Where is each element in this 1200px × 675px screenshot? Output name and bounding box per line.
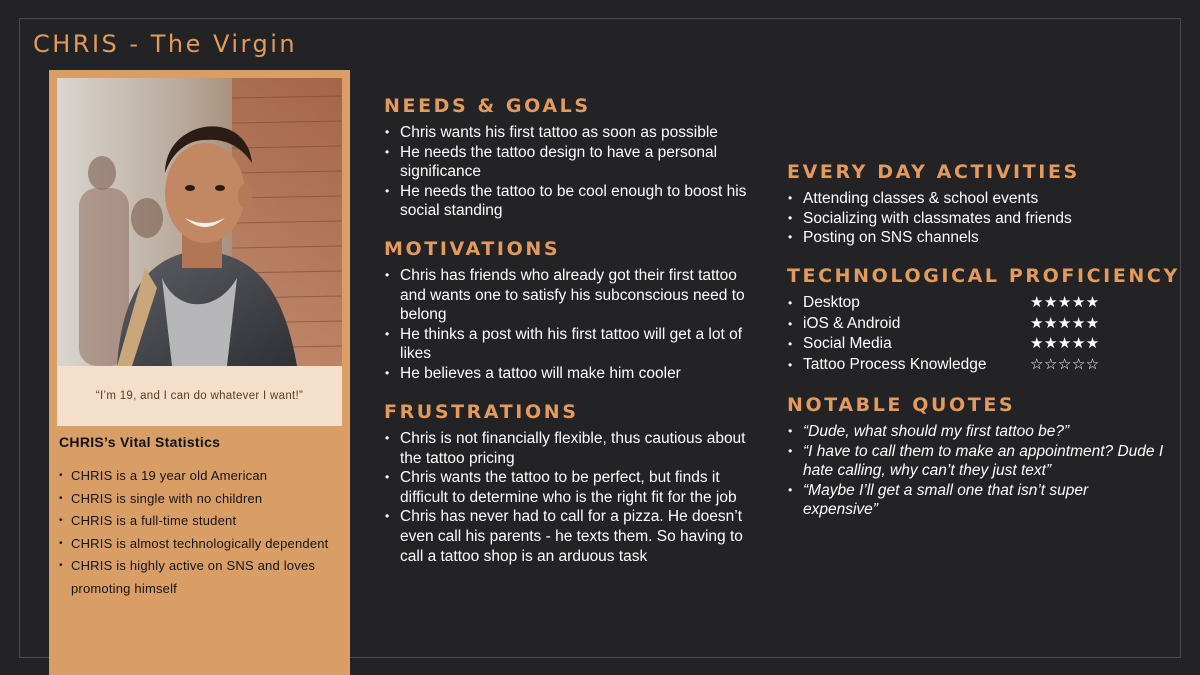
activities-list: Attending classes & school events Social… <box>787 189 1167 248</box>
motivations-section: MOTIVATIONS Chris has friends who alread… <box>384 238 759 384</box>
list-item: He needs the tattoo to be cool enough to… <box>384 182 759 221</box>
list-item: “I have to call them to make an appointm… <box>787 442 1167 481</box>
needs-goals-list: Chris wants his first tattoo as soon as … <box>384 123 759 221</box>
list-item: Chris wants his first tattoo as soon as … <box>384 123 759 143</box>
list-item: CHRIS is single with no children <box>59 488 344 511</box>
list-item: Chris has never had to call for a pizza.… <box>384 507 759 566</box>
list-item: “Dude, what should my first tattoo be?” <box>787 422 1167 442</box>
proficiency-label: Tattoo Process Knowledge <box>803 355 987 373</box>
proficiency-row: Desktop ★★★★★ <box>787 293 1187 314</box>
star-rating-icon: ☆☆☆☆☆ <box>1030 355 1100 373</box>
proficiency-row: Tattoo Process Knowledge ☆☆☆☆☆ <box>787 355 1187 376</box>
frustrations-list: Chris is not financially flexible, thus … <box>384 429 759 566</box>
list-item: He thinks a post with his first tattoo w… <box>384 325 759 364</box>
quotes-list: “Dude, what should my first tattoo be?” … <box>787 422 1167 520</box>
list-item: CHRIS is a full-time student <box>59 510 344 533</box>
quotes-section: NOTABLE QUOTES “Dude, what should my fir… <box>787 394 1167 520</box>
list-item: Attending classes & school events <box>787 189 1167 209</box>
activities-section: EVERY DAY ACTIVITIES Attending classes &… <box>787 161 1167 248</box>
vital-statistics-title: CHRIS’s Vital Statistics <box>59 434 221 450</box>
section-heading: EVERY DAY ACTIVITIES <box>787 161 1080 183</box>
list-item: Socializing with classmates and friends <box>787 209 1167 229</box>
proficiency-section: TECHNOLOGICAL PROFICIENCY Desktop ★★★★★ … <box>787 265 1187 375</box>
persona-quote: “I’m 19, and I can do whatever I want!” <box>57 366 342 426</box>
proficiency-label: iOS & Android <box>803 314 901 332</box>
star-rating-icon: ★★★★★ <box>1030 294 1100 311</box>
section-heading: MOTIVATIONS <box>384 238 561 260</box>
section-heading: NEEDS & GOALS <box>384 95 591 117</box>
list-item: He believes a tattoo will make him coole… <box>384 364 759 384</box>
proficiency-label: Desktop <box>803 294 860 311</box>
list-item: CHRIS is highly active on SNS and loves … <box>59 555 344 600</box>
page-title: CHRIS - The Virgin <box>33 30 298 58</box>
list-item: Chris is not financially flexible, thus … <box>384 429 759 468</box>
profile-panel: “I’m 19, and I can do whatever I want!” … <box>49 70 350 675</box>
list-item: He needs the tattoo design to have a per… <box>384 143 759 182</box>
proficiency-label: Social Media <box>803 335 892 352</box>
list-item: Chris wants the tattoo to be perfect, bu… <box>384 468 759 507</box>
persona-photo <box>57 78 342 366</box>
proficiency-row: Social Media ★★★★★ <box>787 334 1187 355</box>
section-heading: NOTABLE QUOTES <box>787 394 1016 416</box>
list-item: CHRIS is a 19 year old American <box>59 465 344 488</box>
vital-statistics-list: CHRIS is a 19 year old American CHRIS is… <box>59 465 344 600</box>
list-item: Posting on SNS channels <box>787 228 1167 248</box>
proficiency-row: iOS & Android ★★★★★ <box>787 314 1187 335</box>
star-rating-icon: ★★★★★ <box>1030 335 1100 352</box>
list-item: Chris has friends who already got their … <box>384 266 759 325</box>
frustrations-section: FRUSTRATIONS Chris is not financially fl… <box>384 401 759 566</box>
motivations-list: Chris has friends who already got their … <box>384 266 759 384</box>
star-rating-icon: ★★★★★ <box>1030 314 1100 332</box>
proficiency-table: Desktop ★★★★★ iOS & Android ★★★★★ Social… <box>787 293 1187 375</box>
list-item: CHRIS is almost technologically dependen… <box>59 533 344 556</box>
section-heading: FRUSTRATIONS <box>384 401 579 423</box>
list-item: “Maybe I’ll get a small one that isn’t s… <box>787 481 1167 520</box>
section-heading: TECHNOLOGICAL PROFICIENCY <box>787 265 1180 287</box>
needs-goals-section: NEEDS & GOALS Chris wants his first tatt… <box>384 95 759 221</box>
